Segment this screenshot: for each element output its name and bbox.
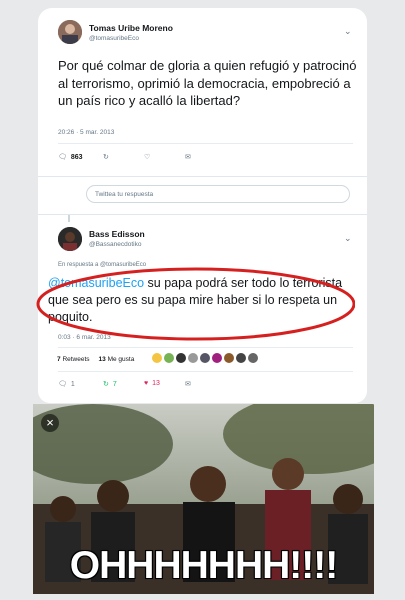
liker-avatars[interactable] <box>152 353 258 363</box>
like-action[interactable]: ♥ 13 <box>144 380 160 387</box>
direct-message-action[interactable]: ✉ <box>185 153 191 161</box>
author-name[interactable]: Tomas Uribe Moreno <box>89 23 173 33</box>
liker-avatar[interactable] <box>224 353 234 363</box>
retweets-stat[interactable]: 7 Retweets <box>57 356 90 363</box>
retweet-action[interactable]: ↻ <box>103 153 109 161</box>
engagement-stats: 7 Retweets 13 Me gusta <box>57 356 134 363</box>
author-name[interactable]: Bass Edisson <box>89 229 145 239</box>
timestamp[interactable]: 0:03 · 6 mar. 2013 <box>58 334 111 341</box>
liker-avatar[interactable] <box>212 353 222 363</box>
likes-stat[interactable]: 13 Me gusta <box>99 356 135 363</box>
author-handle[interactable]: @tomasuribeEco <box>89 35 139 42</box>
reply-input[interactable]: Twittea tu respuesta <box>86 185 350 203</box>
reply-bar: Twittea tu respuesta <box>38 176 367 215</box>
highlight-ellipse <box>36 267 355 341</box>
avatar-photo <box>58 227 82 251</box>
reply-action[interactable]: 🗨 863 <box>58 153 83 162</box>
divider <box>58 371 353 372</box>
like-count: 13 <box>152 380 160 387</box>
like-action[interactable]: ♡ <box>144 153 150 161</box>
liker-avatar[interactable] <box>152 353 162 363</box>
avatar[interactable] <box>58 227 82 251</box>
tweet-card-original: Tomas Uribe Moreno @tomasuribeEco ⌄ Por … <box>38 8 367 176</box>
reply-icon: 🗨 <box>58 154 67 161</box>
reply-action[interactable]: 🗨 1 <box>58 380 75 389</box>
divider <box>58 347 353 348</box>
reply-count: 863 <box>70 153 83 161</box>
timestamp[interactable]: 20:26 · 5 mar. 2013 <box>58 129 114 136</box>
tweet-text: Por qué colmar de gloria a quien refugió… <box>58 58 357 108</box>
tweet-card-reply: Bass Edisson @Bassanecdotiko ⌄ En respue… <box>36 214 367 403</box>
direct-message-icon: ✉ <box>185 381 191 388</box>
reply-icon: 🗨 <box>58 381 67 388</box>
author-handle[interactable]: @Bassanecdotiko <box>89 241 142 248</box>
meme-caption: OHHHHHHH!!!! <box>69 543 339 588</box>
retweet-action[interactable]: ↻ 7 <box>103 380 117 389</box>
like-icon: ♡ <box>144 154 151 161</box>
close-icon[interactable]: × <box>41 414 59 432</box>
liker-avatar[interactable] <box>176 353 186 363</box>
direct-message-icon: ✉ <box>185 154 191 161</box>
avatar-photo <box>58 20 82 44</box>
retweet-icon: ↻ <box>103 154 109 161</box>
avatar[interactable] <box>58 20 82 44</box>
chevron-down-icon[interactable]: ⌄ <box>344 233 352 244</box>
liker-avatar[interactable] <box>248 353 258 363</box>
retweet-count: 7 <box>112 380 117 388</box>
liker-avatar[interactable] <box>236 353 246 363</box>
like-icon: ♥ <box>144 380 149 387</box>
liker-avatar[interactable] <box>164 353 174 363</box>
reply-count: 1 <box>70 380 75 388</box>
direct-message-action[interactable]: ✉ <box>185 380 191 388</box>
divider <box>58 143 353 144</box>
chevron-down-icon[interactable]: ⌄ <box>344 26 352 37</box>
thread-line <box>68 215 70 222</box>
meme-image[interactable]: × OHHHHHHH!!!! <box>33 404 374 594</box>
liker-avatar[interactable] <box>188 353 198 363</box>
retweet-icon: ↻ <box>103 381 109 388</box>
liker-avatar[interactable] <box>200 353 210 363</box>
